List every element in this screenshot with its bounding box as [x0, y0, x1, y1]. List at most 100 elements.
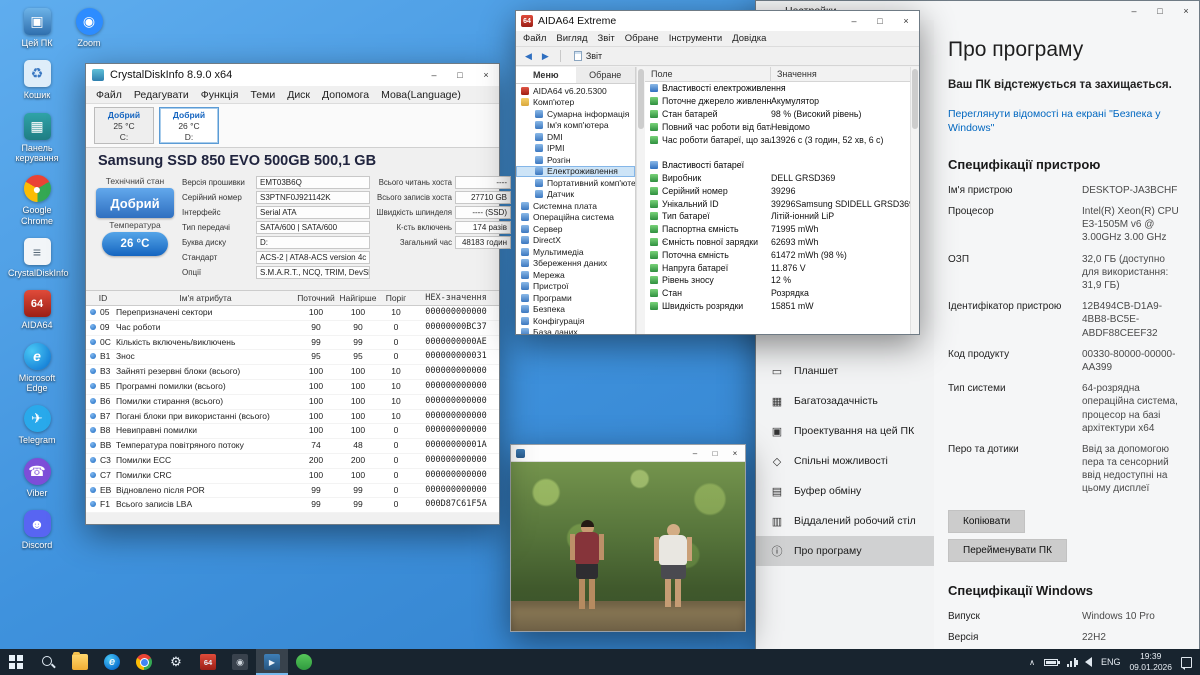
menu-item[interactable]: Файл [90, 87, 128, 103]
tree-item[interactable]: Системна плата [516, 200, 635, 212]
smart-attribute-row[interactable]: B8 Невиправні помилки 100 100 0 00000000… [86, 424, 499, 439]
info-row[interactable]: Напруга батареї 11.876 V [645, 261, 910, 274]
maximize-button[interactable]: □ [705, 449, 725, 458]
settings-nav-item[interactable]: ▤ Буфер обміну [756, 476, 934, 506]
tree-item[interactable]: DirectX [516, 235, 635, 247]
tree-item[interactable]: Операційна система [516, 212, 635, 224]
tree-item[interactable]: Збереження даних [516, 258, 635, 270]
close-button[interactable]: × [1173, 6, 1199, 16]
desktop-icon-chrome[interactable]: ● Google Chrome [8, 175, 66, 226]
smart-attribute-row[interactable]: EB Відновлено після POR 99 99 0 00000000… [86, 483, 499, 498]
notification-center-icon[interactable] [1181, 657, 1192, 668]
settings-nav-item[interactable]: ▥ Віддалений робочий стіл [756, 506, 934, 536]
info-row[interactable]: Швидкість розрядки 15851 mW [645, 300, 910, 313]
smart-attribute-row[interactable]: BB Температура повітряного потоку 74 48 … [86, 439, 499, 454]
menu-item[interactable]: Функція [195, 87, 245, 103]
desktop-icon-edge[interactable]: e Microsoft Edge [8, 343, 66, 394]
tree-item[interactable]: Мережа [516, 269, 635, 281]
hidden-icons-chevron-icon[interactable]: ∧ [1029, 658, 1035, 667]
info-row[interactable]: Час роботи батареї, що залишився 13926 с… [645, 133, 910, 146]
smart-attribute-row[interactable]: B1 Знос 95 95 0 000000000031 [86, 350, 499, 365]
taskbar-file-explorer[interactable] [64, 649, 96, 675]
battery-icon[interactable] [1044, 659, 1058, 666]
taskbar-search-button[interactable] [32, 649, 64, 675]
drive-tab[interactable]: Добрий 25 °C C: [94, 107, 154, 144]
minimize-button[interactable]: – [1121, 6, 1147, 16]
language-indicator[interactable]: ENG [1101, 657, 1121, 667]
tree-item[interactable]: Розгін [516, 154, 635, 166]
info-row[interactable]: Поточне джерело живлення Акумулятор [645, 95, 910, 108]
tree-item[interactable]: Програми [516, 292, 635, 304]
desktop-icon-this-pc[interactable]: ▣ Цей ПК [8, 8, 66, 48]
menu-item[interactable]: Файл [518, 32, 551, 45]
info-row[interactable]: Властивості батареї [645, 159, 910, 172]
close-button[interactable]: × [725, 449, 745, 458]
menu-item[interactable]: Теми [244, 87, 281, 103]
menu-item[interactable]: Диск [281, 87, 316, 103]
desktop-icon-discord[interactable]: ☻ Discord [8, 510, 66, 550]
back-icon[interactable]: ◀ [522, 51, 535, 62]
copy-device-specs-button[interactable]: Копіювати [948, 510, 1025, 533]
menu-item[interactable]: Допомога [316, 87, 375, 103]
info-row[interactable]: Стан Розрядка [645, 287, 910, 300]
tab-favorites[interactable]: Обране [576, 67, 636, 83]
taskbar-crystaldiskinfo[interactable]: ◉ [224, 649, 256, 675]
volume-icon[interactable] [1085, 657, 1092, 667]
menu-item[interactable]: Звіт [593, 32, 620, 45]
desktop-icon-aida64[interactable]: 64 AIDA64 [8, 290, 66, 330]
rename-pc-button[interactable]: Перейменувати ПК [948, 539, 1067, 562]
menu-item[interactable]: Мова(Language) [375, 87, 467, 103]
minimize-button[interactable]: – [421, 70, 447, 80]
menu-item[interactable]: Інструменти [664, 32, 728, 45]
tree-item[interactable]: Мультимедіа [516, 246, 635, 258]
smart-attribute-row[interactable]: F1 Всього записів LBA 99 99 0 000D87C61F… [86, 498, 499, 513]
health-status-button[interactable]: Добрий [96, 188, 174, 218]
desktop-icon-zoom[interactable]: ◉ Zoom [60, 8, 118, 48]
taskbar-chrome[interactable] [128, 649, 160, 675]
maximize-button[interactable]: □ [1147, 6, 1173, 16]
drive-tab[interactable]: Добрий 26 °C D: [159, 107, 219, 144]
taskbar-edge[interactable]: e [96, 649, 128, 675]
desktop-icon-recycle-bin[interactable]: ♻ Кошик [8, 60, 66, 100]
taskbar-media-player[interactable]: ▶ [256, 649, 288, 675]
scrollbar-thumb[interactable] [912, 69, 918, 129]
tree-item[interactable]: База даних [516, 327, 635, 335]
tree-item[interactable]: IPMI [516, 143, 635, 155]
desktop-icon-crystaldiskinfo[interactable]: ≡ CrystalDiskInfo [8, 238, 66, 278]
desktop-icon-control-panel[interactable]: ▦ Панель керування [8, 113, 66, 164]
tree-item[interactable]: AIDA64 v6.20.5300 [516, 85, 635, 97]
settings-nav-item[interactable]: ⓘ Про програму [756, 536, 934, 566]
menu-item[interactable]: Редагувати [128, 87, 195, 103]
column-field[interactable]: Поле [645, 67, 771, 81]
tree-item[interactable]: Електроживлення [516, 166, 635, 178]
tree-item[interactable]: Безпека [516, 304, 635, 316]
desktop-icon-telegram[interactable]: ✈ Telegram [8, 405, 66, 445]
maximize-button[interactable]: □ [447, 70, 473, 80]
smart-attribute-row[interactable]: 09 Час роботи 90 90 0 00000000BC37 [86, 320, 499, 335]
menu-item[interactable]: Обране [620, 32, 664, 45]
info-row[interactable]: Тип батареї Літій-іонний LiP [645, 210, 910, 223]
smart-attribute-row[interactable]: 05 Перепризначені сектори 100 100 10 000… [86, 306, 499, 321]
taskbar-green-app[interactable] [288, 649, 320, 675]
windows-security-link[interactable]: Переглянути відомості на екрані "Безпека… [948, 107, 1173, 136]
minimize-button[interactable]: – [685, 449, 705, 458]
smart-attribute-row[interactable]: C3 Помилки ECC 200 200 0 000000000000 [86, 453, 499, 468]
close-button[interactable]: × [473, 70, 499, 80]
video-frame[interactable] [511, 462, 745, 631]
info-row[interactable]: Рівень зносу 12 % [645, 274, 910, 287]
desktop-icon-viber[interactable]: ☎ Viber [8, 458, 66, 498]
tree-item[interactable]: Комп'ютер [516, 97, 635, 109]
info-row[interactable]: Ємність повної зарядки 62693 mWh [645, 236, 910, 249]
info-row[interactable]: Паспортна ємність 71995 mWh [645, 223, 910, 236]
taskbar-settings[interactable]: ⚙ [160, 649, 192, 675]
close-button[interactable]: × [893, 16, 919, 26]
menu-item[interactable]: Вигляд [551, 32, 592, 45]
info-row[interactable]: Властивості електроживлення [645, 82, 910, 95]
taskbar-aida64[interactable]: 64 [192, 649, 224, 675]
tree-item[interactable]: Ім'я комп'ютера [516, 120, 635, 132]
tree-item[interactable]: Датчик [516, 189, 635, 201]
menu-item[interactable]: Довідка [727, 32, 771, 45]
scrollbar-thumb[interactable] [638, 69, 644, 129]
tree-scrollbar[interactable] [636, 67, 645, 334]
clock[interactable]: 19:39 09.01.2026 [1129, 651, 1172, 672]
